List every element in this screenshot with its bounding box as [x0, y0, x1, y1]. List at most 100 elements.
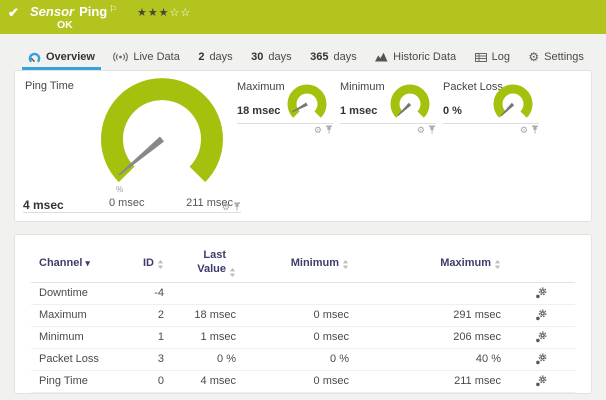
tab-overview[interactable]: Overview [22, 51, 101, 70]
tab-365-days[interactable]: 365 days [304, 51, 363, 70]
gauges-panel: Ping Time % 0 msec 211 msec 4 msec ⚙ [14, 70, 592, 222]
table-row: Minimum 1 1 msec 0 msec 206 msec [31, 327, 575, 349]
tab-number: 365 [310, 51, 328, 63]
gauge-arc [386, 83, 434, 127]
column-header-channel[interactable]: Channel ▾ [31, 257, 129, 269]
tab-number: 30 [251, 51, 263, 63]
channel-id: -4 [129, 287, 164, 299]
tab-label: Live Data [133, 51, 179, 63]
minimum-value: 0 % [236, 353, 349, 365]
gauge-label: Maximum [237, 81, 285, 93]
gauge-value: 1 msec [340, 105, 377, 117]
column-header-maximum[interactable]: Maximum [349, 257, 501, 269]
divider [443, 123, 539, 124]
gauge-value: 18 msec [237, 105, 280, 117]
tab-label: days [268, 51, 291, 63]
gauge-arc [489, 83, 537, 127]
gear-icon: ⚙ [528, 52, 539, 62]
channel-name: Minimum [31, 331, 129, 343]
percent-toggle-icon[interactable]: % [116, 185, 123, 194]
tab-label: days [209, 51, 232, 63]
gauge-settings-icon[interactable]: ⚙ [314, 126, 322, 134]
divider [237, 123, 333, 124]
channels-table-panel: Channel ▾ ID Last Value Minimum [14, 234, 592, 394]
last-value: 4 msec [164, 375, 236, 387]
gauge-label: Minimum [340, 81, 385, 93]
sensor-header: ✔ Sensor Ping⚐ ★★★☆☆ OK [0, 0, 606, 34]
minimum-value: 0 msec [236, 309, 349, 321]
pin-icon[interactable] [428, 125, 436, 134]
gauge-corner-icons: ⚙ [314, 125, 333, 134]
tab-label: Historic Data [393, 51, 456, 63]
sort-idle-icon [229, 268, 236, 277]
channel-name: Maximum [31, 309, 129, 321]
tab-30-days[interactable]: 30 days [245, 51, 298, 70]
status-check-icon: ✔ [8, 5, 19, 21]
tab-2-days[interactable]: 2 days [192, 51, 238, 70]
channel-gear-icon [535, 287, 547, 299]
table-header-row: Channel ▾ ID Last Value Minimum [31, 243, 575, 283]
channel-gear-icon [535, 353, 547, 365]
gauge-value: 0 % [443, 105, 462, 117]
column-header-minimum[interactable]: Minimum [236, 257, 349, 269]
pin-icon[interactable] [531, 125, 539, 134]
column-header-last-value[interactable]: Last Value [164, 249, 236, 277]
last-value: 0 % [164, 353, 236, 365]
channel-settings-button[interactable] [535, 375, 547, 387]
main-gauge-footer: 4 msec ⚙ [23, 197, 241, 213]
sensor-title: Sensor Ping⚐ ★★★☆☆ [30, 4, 191, 19]
gauge-settings-icon[interactable]: ⚙ [417, 126, 425, 134]
channel-name: Packet Loss [31, 353, 129, 365]
gauge-icon [28, 52, 41, 63]
maximum-gauge: Maximum 18 msec ⚙ [237, 81, 333, 123]
stars-filled[interactable]: ★★★ [137, 7, 170, 19]
channel-settings-button[interactable] [535, 331, 547, 343]
tab-label: Log [492, 51, 510, 63]
tab-settings[interactable]: ⚙ Settings [522, 51, 590, 70]
channel-gear-icon [535, 309, 547, 321]
sort-idle-icon [494, 260, 501, 269]
channel-name: Ping Time [31, 375, 129, 387]
channel-id: 2 [129, 309, 164, 321]
channel-settings-button[interactable] [535, 309, 547, 321]
gauge-corner-icons: ⚙ [520, 125, 539, 134]
minimum-value: 0 msec [236, 375, 349, 387]
main-gauge-label: Ping Time [25, 80, 74, 92]
minimum-gauge: Minimum 1 msec ⚙ [340, 81, 436, 123]
gauge-settings-icon[interactable]: ⚙ [520, 126, 528, 134]
status-badge: OK [57, 19, 73, 31]
tab-log[interactable]: Log [469, 51, 516, 70]
gauge-corner-icons: ⚙ [222, 202, 241, 212]
last-value: 18 msec [164, 309, 236, 321]
prtg-sensor-page: ✔ Sensor Ping⚐ ★★★☆☆ OK Overview Live Dat… [0, 0, 606, 400]
channel-settings-button[interactable] [535, 353, 547, 365]
channel-name: Downtime [31, 287, 129, 299]
channel-id: 3 [129, 353, 164, 365]
maximum-value: 291 msec [349, 309, 501, 321]
divider [340, 123, 436, 124]
stars-empty[interactable]: ☆☆ [170, 7, 192, 19]
minimum-value: 0 msec [236, 331, 349, 343]
channel-settings-button[interactable] [535, 287, 547, 299]
sensor-name: Ping [79, 4, 107, 19]
sort-idle-icon [157, 260, 164, 269]
tab-live-data[interactable]: Live Data [107, 51, 185, 70]
priority-stars[interactable]: ★★★☆☆ [137, 7, 191, 19]
pin-icon[interactable] [325, 125, 333, 134]
channel-id: 0 [129, 375, 164, 387]
sort-idle-icon [342, 260, 349, 269]
chart-icon [375, 52, 388, 62]
flag-icon[interactable]: ⚐ [109, 4, 117, 14]
gauge-arc [283, 83, 331, 127]
ping-time-gauge: % 0 msec 211 msec [87, 77, 237, 217]
column-header-id[interactable]: ID [129, 257, 164, 269]
channel-gear-icon [535, 331, 547, 343]
table-row: Downtime -4 [31, 283, 575, 305]
pin-icon[interactable] [233, 202, 241, 211]
sensor-kind-label: Sensor [30, 4, 74, 19]
broadcast-icon [113, 52, 128, 62]
channel-id: 1 [129, 331, 164, 343]
table-row: Ping Time 0 4 msec 0 msec 211 msec [31, 371, 575, 393]
gauge-settings-icon[interactable]: ⚙ [222, 203, 230, 211]
tab-historic-data[interactable]: Historic Data [369, 51, 462, 70]
